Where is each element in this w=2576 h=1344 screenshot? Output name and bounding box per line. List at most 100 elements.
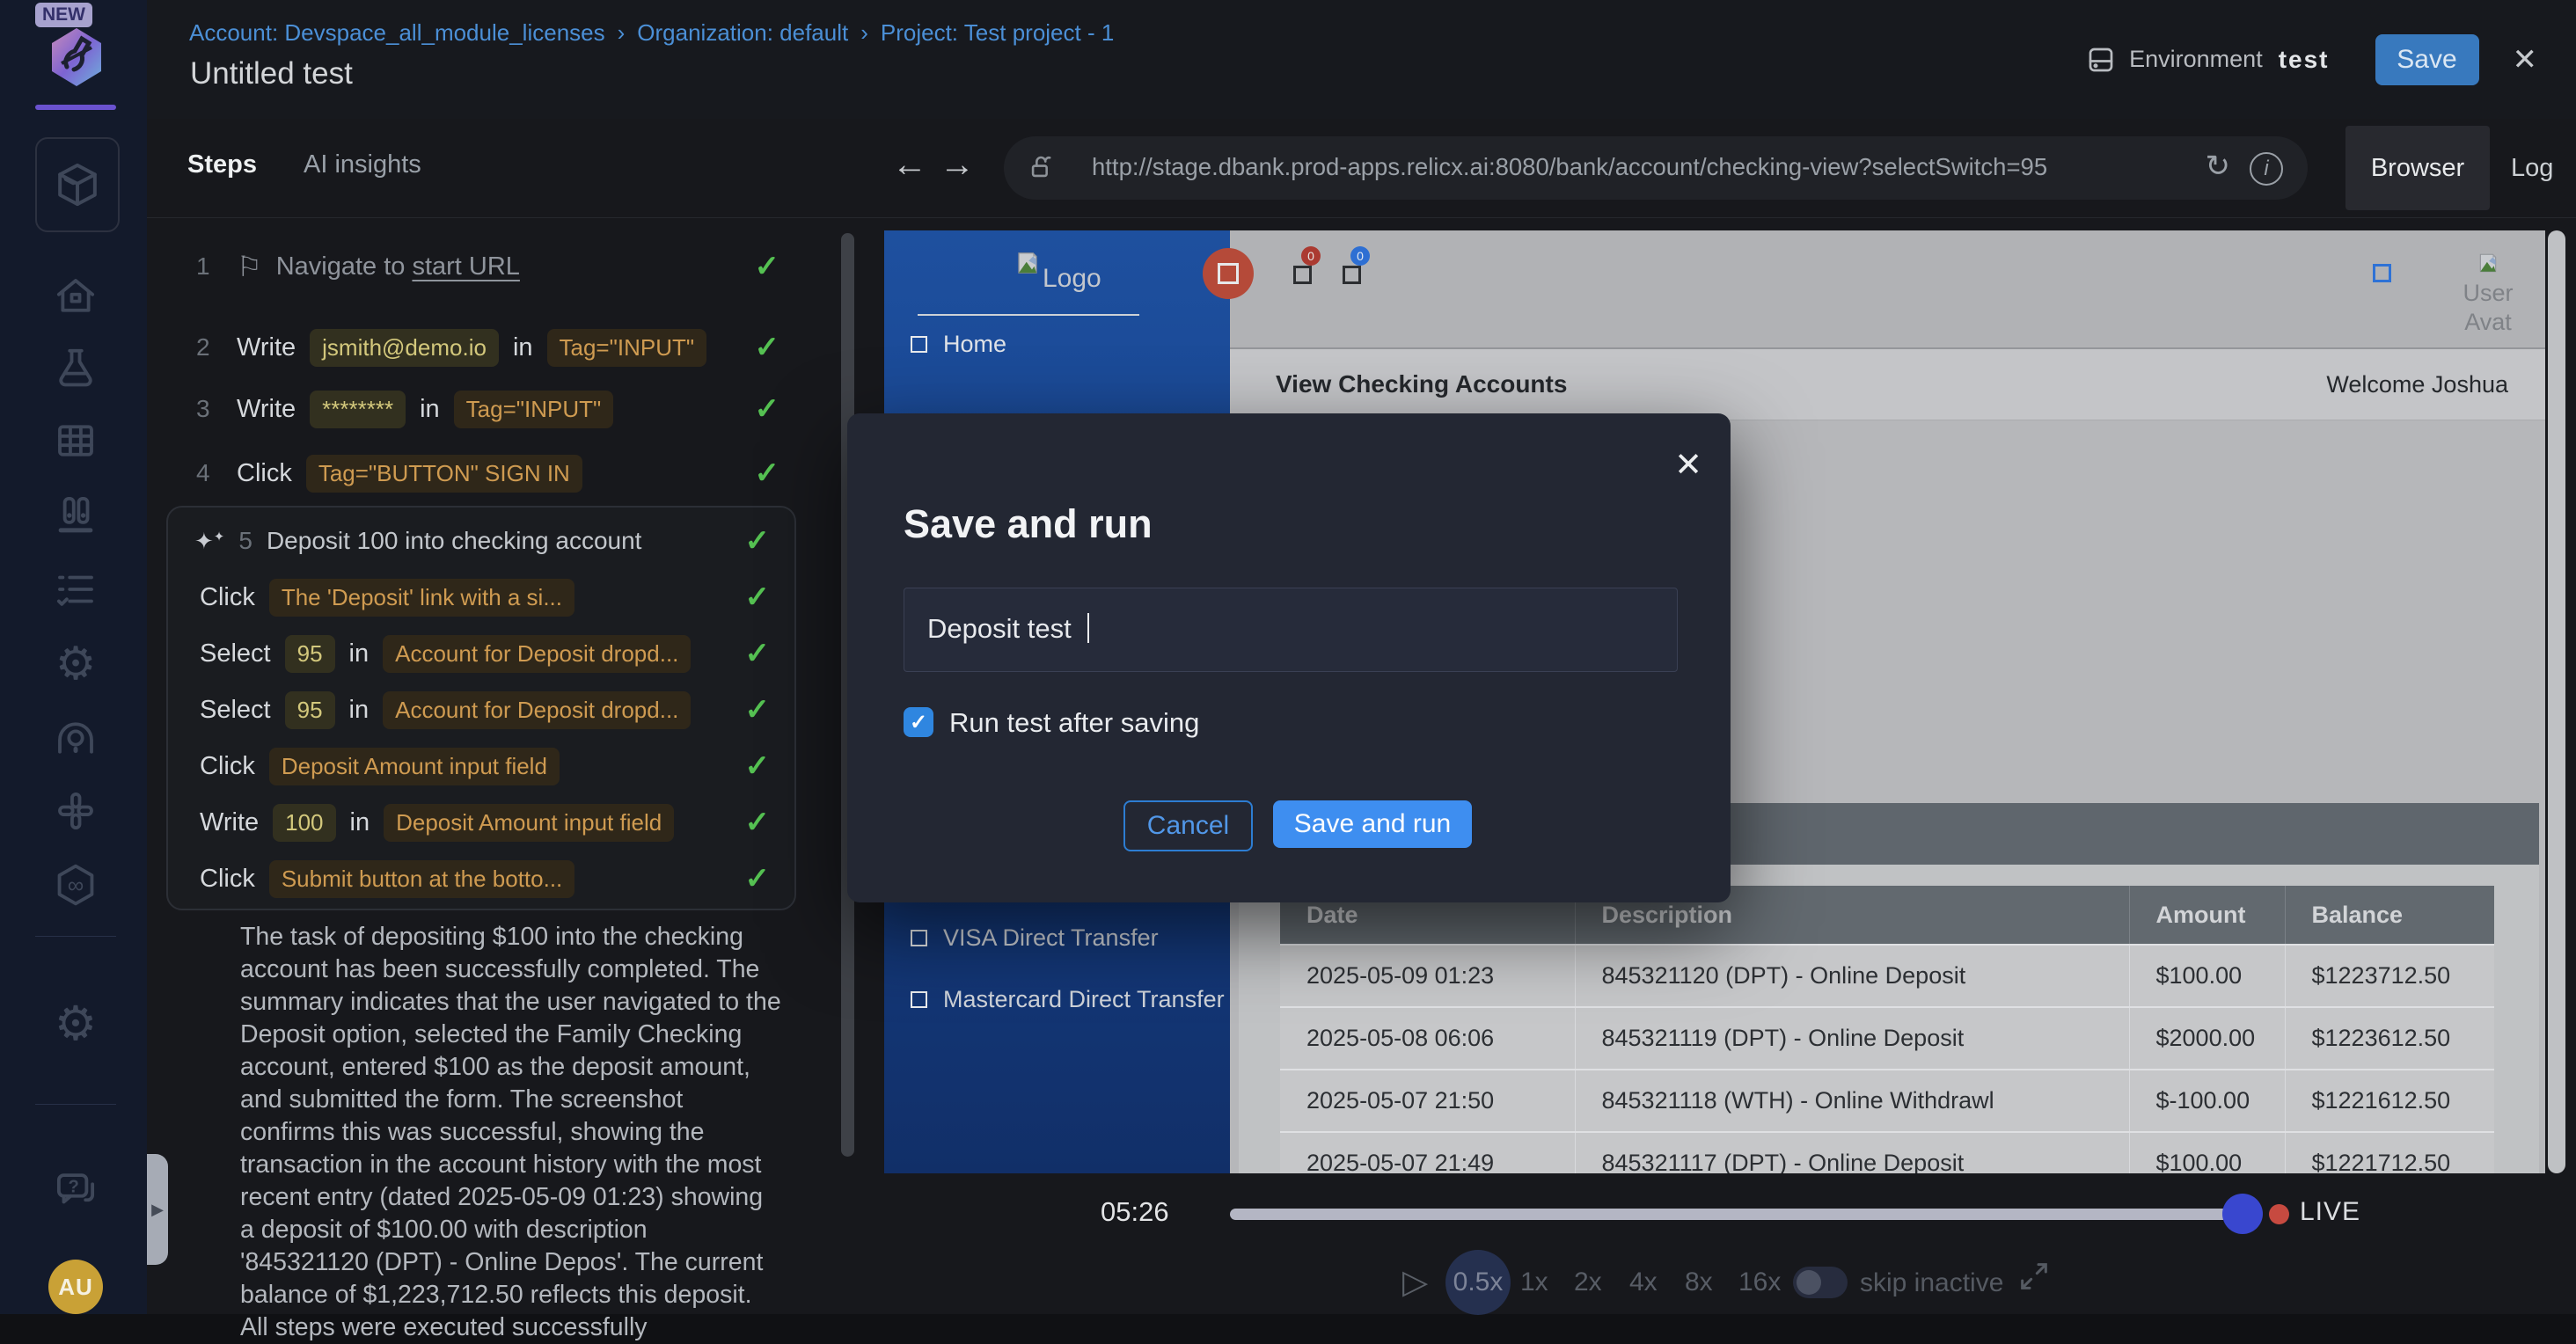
step-group-5[interactable]: ✦✦ 5 Deposit 100 into checking account ✓…	[166, 506, 796, 910]
value-chip[interactable]: ********	[310, 391, 406, 428]
step-row-2[interactable]: 2 Write jsmith@demo.io in Tag="INPUT" ✓	[196, 319, 779, 376]
start-url-link[interactable]: start URL	[412, 252, 519, 281]
value-chip[interactable]: jsmith@demo.io	[310, 329, 499, 367]
table-row[interactable]: 2025-05-07 21:49845321117 (DPT) - Online…	[1280, 1132, 2494, 1173]
tab-ai-insights[interactable]: AI insights	[304, 150, 421, 179]
broken-image-icon	[911, 991, 927, 1008]
help-chat-icon[interactable]: ?	[50, 1165, 101, 1216]
gear-icon[interactable]: ⚙	[50, 639, 101, 690]
target-chip[interactable]: Deposit Amount input field	[384, 804, 674, 842]
timeline-track[interactable]	[1230, 1209, 2252, 1220]
save-button[interactable]: Save	[2375, 34, 2479, 85]
sidebar-item-active-tile[interactable]	[35, 137, 120, 232]
substep-row[interactable]: Click Deposit Amount input field ✓	[168, 738, 794, 794]
hex-link-icon[interactable]: ∞	[50, 859, 101, 910]
speed-8x[interactable]: 8x	[1685, 1267, 1713, 1297]
bank-nav-visa[interactable]: VISA Direct Transfer	[911, 924, 1159, 952]
speed-4x[interactable]: 4x	[1629, 1267, 1658, 1297]
environment-value[interactable]: test	[2279, 46, 2330, 74]
tab-log[interactable]: Log	[2511, 126, 2553, 210]
step-number: 5	[238, 527, 252, 555]
viewport-scrollbar[interactable]	[2548, 230, 2565, 1173]
environment-icon	[2085, 44, 2117, 76]
target-chip[interactable]: Tag="INPUT"	[454, 391, 614, 428]
forward-icon[interactable]: →	[940, 145, 975, 185]
grid-icon[interactable]	[50, 415, 101, 466]
user-avatar[interactable]: AU	[48, 1260, 103, 1314]
target-chip[interactable]: Submit button at the botto...	[269, 860, 574, 898]
speed-1x[interactable]: 1x	[1520, 1267, 1548, 1297]
run-after-saving-checkbox[interactable]: ✓	[904, 707, 933, 737]
url-text[interactable]: http://stage.dbank.prod-apps.relicx.ai:8…	[1092, 153, 2047, 181]
persona-question-icon[interactable]	[50, 712, 101, 763]
group-header[interactable]: ✦✦ 5 Deposit 100 into checking account ✓	[168, 508, 794, 569]
substep-row[interactable]: Write 100 in Deposit Amount input field …	[168, 794, 794, 851]
breadcrumb-project[interactable]: Project: Test project - 1	[881, 19, 1114, 46]
save-and-run-button[interactable]: Save and run	[1273, 800, 1472, 848]
close-icon[interactable]: ✕	[2513, 42, 2538, 77]
target-chip[interactable]: Deposit Amount input field	[269, 748, 560, 785]
user-avatar-broken[interactable]: User Avat	[2448, 252, 2528, 337]
broken-image-icon[interactable]	[1293, 266, 1312, 284]
info-icon[interactable]: i	[2250, 152, 2283, 186]
table-row[interactable]: 2025-05-08 06:06845321119 (DPT) - Online…	[1280, 1007, 2494, 1070]
broken-image-icon[interactable]	[1343, 266, 1361, 284]
checkbox-label[interactable]: Run test after saving	[949, 707, 1199, 739]
breadcrumb-account[interactable]: Account: Devspace_all_module_licenses	[189, 19, 605, 46]
tab-steps[interactable]: Steps	[187, 150, 257, 179]
value-chip[interactable]: 100	[273, 804, 335, 842]
url-bar[interactable]: http://stage.dbank.prod-apps.relicx.ai:8…	[1004, 136, 2308, 200]
test-name-input[interactable]: Deposit test	[904, 588, 1678, 672]
skip-inactive-toggle[interactable]	[1793, 1267, 1848, 1298]
broken-image-icon-blue[interactable]	[2373, 264, 2391, 282]
substep-row[interactable]: Select 95 in Account for Deposit dropd..…	[168, 682, 794, 738]
gear-glyph: ⚙	[55, 1000, 97, 1048]
table-row[interactable]: 2025-05-07 21:50845321118 (WTH) - Online…	[1280, 1070, 2494, 1132]
speed-0-5x[interactable]: 0.5x	[1445, 1250, 1511, 1315]
back-icon[interactable]: ←	[892, 145, 927, 185]
check-icon: ✓	[745, 805, 771, 840]
value-chip[interactable]: 95	[285, 635, 335, 673]
speed-16x[interactable]: 16x	[1738, 1267, 1781, 1297]
step-row-1[interactable]: 1 ⚐ Navigate to start URL ✓	[196, 240, 779, 293]
tab-browser[interactable]: Browser	[2345, 126, 2490, 210]
table-row[interactable]: 2025-05-09 01:23845321120 (DPT) - Online…	[1280, 945, 2494, 1007]
cancel-button[interactable]: Cancel	[1123, 800, 1253, 851]
target-chip[interactable]: Account for Deposit dropd...	[383, 691, 691, 729]
target-chip[interactable]: Account for Deposit dropd...	[383, 635, 691, 673]
bank-nav-home[interactable]: Home	[911, 331, 1006, 358]
columns-icon[interactable]	[50, 490, 101, 541]
step-row-3[interactable]: 3 Write ******** in Tag="INPUT" ✓	[196, 381, 779, 437]
bank-nav-mastercard[interactable]: Mastercard Direct Transfer	[911, 986, 1225, 1013]
slack-icon[interactable]	[50, 785, 101, 836]
panel-collapse-handle[interactable]: ▶	[147, 1154, 168, 1265]
bank-welcome-row: View Checking Accounts Welcome Joshua	[1230, 349, 2545, 420]
speed-2x[interactable]: 2x	[1574, 1267, 1602, 1297]
modal-close-icon[interactable]: ✕	[1674, 445, 1702, 485]
expand-icon[interactable]	[2016, 1259, 2052, 1298]
substep-row[interactable]: Select 95 in Account for Deposit dropd..…	[168, 625, 794, 682]
live-label: LIVE	[2300, 1197, 2360, 1227]
flask-icon[interactable]	[50, 343, 101, 394]
app-logo[interactable]	[49, 26, 104, 88]
target-chip[interactable]: The 'Deposit' link with a si...	[269, 579, 574, 617]
col-amount: Amount	[2129, 886, 2285, 945]
home-icon[interactable]	[50, 271, 101, 322]
substep-row[interactable]: Click The 'Deposit' link with a si... ✓	[168, 569, 794, 625]
target-chip[interactable]: Tag="BUTTON" SIGN IN	[306, 455, 582, 493]
value-chip[interactable]: 95	[285, 691, 335, 729]
target-chip[interactable]: Tag="INPUT"	[547, 329, 707, 367]
breadcrumb-organization[interactable]: Organization: default	[637, 19, 848, 46]
skip-inactive-label[interactable]: skip inactive	[1860, 1268, 2003, 1298]
settings-gear-icon[interactable]: ⚙	[50, 998, 101, 1049]
transactions-table: Date Description Amount Balance 2025-05-…	[1280, 886, 2494, 1173]
step-row-4[interactable]: 4 Click Tag="BUTTON" SIGN IN ✓	[196, 445, 779, 501]
sidebar-divider	[35, 1104, 116, 1105]
record-indicator[interactable]	[1203, 248, 1254, 299]
play-icon[interactable]: ▷	[1402, 1262, 1428, 1302]
refresh-icon[interactable]: ↻	[2206, 149, 2231, 184]
substep-row[interactable]: Click Submit button at the botto... ✓	[168, 851, 794, 907]
checklist-icon[interactable]	[50, 564, 101, 615]
bank-logo[interactable]: Logo	[1014, 250, 1101, 294]
timeline-thumb[interactable]	[2222, 1194, 2263, 1234]
